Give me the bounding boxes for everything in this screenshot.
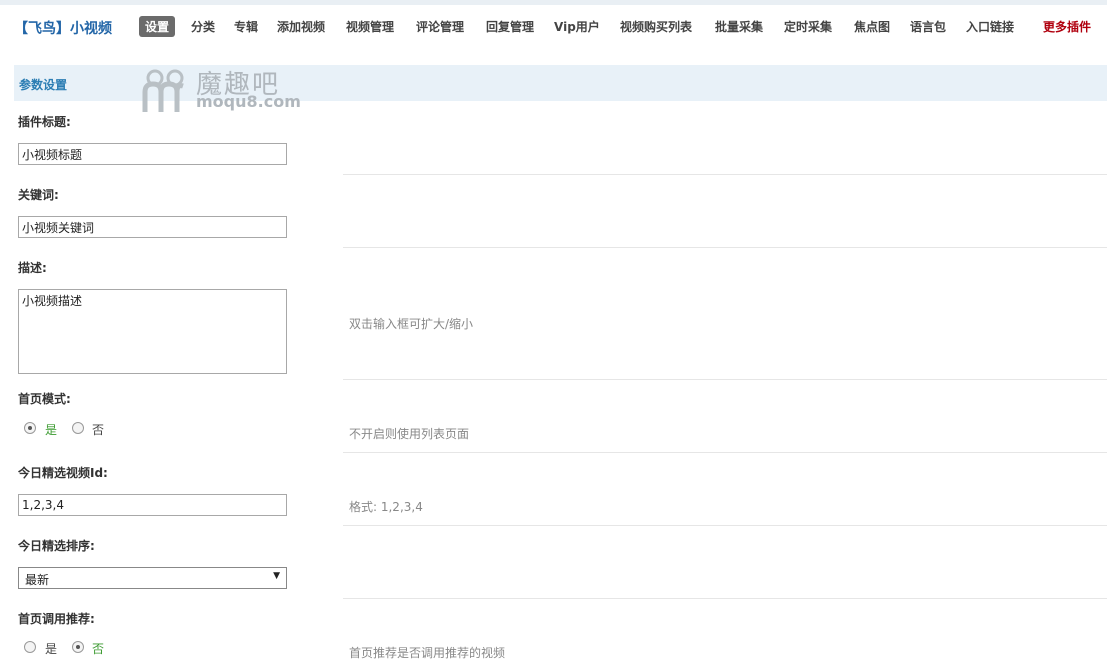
nav-album[interactable]: 专辑 [234, 18, 258, 35]
home-mode-yes-radio[interactable] [24, 422, 36, 434]
nav-language-pack[interactable]: 语言包 [910, 18, 946, 35]
row-divider [343, 247, 1107, 248]
plugin-title-label: 插件标题: [18, 115, 71, 129]
top-strip [0, 0, 1107, 5]
brand-title[interactable]: 【飞鸟】小视频 [14, 18, 112, 38]
nav-entry-link[interactable]: 入口链接 [966, 18, 1014, 35]
today-sort-value: 最新 [25, 573, 50, 587]
home-recommend-label: 首页调用推荐: [18, 612, 95, 626]
nav-video-manage[interactable]: 视频管理 [346, 18, 394, 35]
home-mode-label: 首页模式: [18, 392, 71, 406]
row-divider [343, 174, 1107, 175]
row-divider [343, 379, 1107, 380]
watermark-domain: moqu8.com [196, 92, 301, 111]
home-mode-no-radio[interactable] [72, 422, 84, 434]
home-recommend-hint: 首页推荐是否调用推荐的视频 [349, 646, 506, 659]
nav-comment-manage[interactable]: 评论管理 [416, 18, 464, 35]
home-recommend-yes-label[interactable]: 是 [45, 640, 57, 657]
home-mode-no-label[interactable]: 否 [92, 421, 104, 438]
today-sort-select[interactable]: 最新 ▼ [18, 567, 287, 589]
today-ids-label: 今日精选视频Id: [18, 466, 108, 480]
today-sort-label: 今日精选排序: [18, 539, 95, 553]
home-recommend-yes-radio[interactable] [24, 641, 36, 653]
nav-reply-manage[interactable]: 回复管理 [486, 18, 534, 35]
keywords-label: 关键词: [18, 188, 59, 202]
row-divider [343, 452, 1107, 453]
keywords-input[interactable] [18, 216, 287, 238]
nav-focus-image[interactable]: 焦点图 [854, 18, 890, 35]
nav-batch-collect[interactable]: 批量采集 [715, 18, 763, 35]
today-ids-input[interactable] [18, 494, 287, 516]
nav-timed-collect[interactable]: 定时采集 [784, 18, 832, 35]
nav-vip-users[interactable]: Vip用户 [554, 18, 600, 35]
nav-more-plugins[interactable]: 更多插件 [1043, 18, 1091, 35]
home-mode-yes-label[interactable]: 是 [45, 421, 57, 438]
plugin-title-input[interactable] [18, 143, 287, 165]
description-hint: 双击输入框可扩大/缩小 [349, 317, 474, 331]
row-divider [343, 525, 1107, 526]
chevron-down-icon: ▼ [273, 571, 280, 581]
description-textarea[interactable]: 小视频描述 [18, 289, 287, 374]
nav-purchase-list[interactable]: 视频购买列表 [620, 18, 692, 35]
today-ids-hint: 格式: 1,2,3,4 [349, 500, 423, 514]
home-recommend-no-label[interactable]: 否 [92, 640, 104, 657]
nav-add-video[interactable]: 添加视频 [277, 18, 325, 35]
home-mode-hint: 不开启则使用列表页面 [349, 427, 470, 441]
watermark-logo: 魔趣吧 moqu8.com [142, 64, 312, 116]
row-divider [343, 598, 1107, 599]
section-title: 参数设置 [19, 78, 68, 92]
top-nav: 【飞鸟】小视频 设置 分类 专辑 添加视频 视频管理 评论管理 回复管理 Vip… [0, 12, 1107, 44]
nav-settings[interactable]: 设置 [139, 16, 176, 37]
home-recommend-no-radio[interactable] [72, 641, 84, 653]
watermark-icon [142, 69, 184, 112]
nav-category[interactable]: 分类 [191, 18, 215, 35]
description-label: 描述: [18, 261, 47, 275]
